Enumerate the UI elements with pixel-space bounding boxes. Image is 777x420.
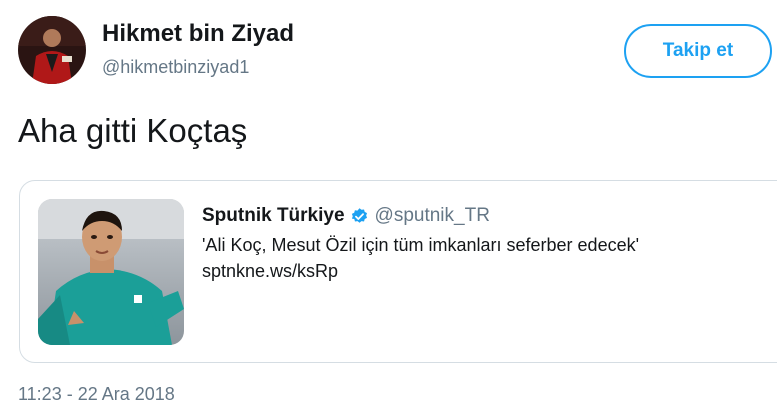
tweet-timestamp[interactable]: 11:23 - 22 Ara 2018 bbox=[18, 384, 175, 405]
quoted-tweet-card[interactable]: Sputnik Türkiye @sputnik_TR 'Ali Koç, Me… bbox=[19, 180, 777, 363]
follow-button[interactable]: Takip et bbox=[624, 24, 772, 78]
author-handle[interactable]: @hikmetbinziyad1 bbox=[102, 57, 249, 78]
quoted-author-handle[interactable]: @sputnik_TR bbox=[375, 205, 490, 227]
quoted-tweet-image[interactable] bbox=[38, 199, 184, 345]
quoted-author-name[interactable]: Sputnik Türkiye bbox=[202, 205, 345, 227]
tweet-text: Aha gitti Koçtaş bbox=[18, 112, 248, 149]
quoted-tweet-link[interactable]: sptnkne.ws/ksRp bbox=[202, 261, 338, 282]
player-photo bbox=[38, 199, 184, 345]
author-display-name[interactable]: Hikmet bin Ziyad bbox=[102, 20, 294, 48]
avatar-image bbox=[18, 16, 86, 84]
quoted-tweet-text: 'Ali Koç, Mesut Özil için tüm imkanları … bbox=[202, 235, 640, 255]
quoted-tweet-header: Sputnik Türkiye @sputnik_TR bbox=[202, 205, 490, 227]
verified-badge-icon bbox=[350, 207, 369, 226]
author-avatar[interactable] bbox=[18, 16, 86, 84]
